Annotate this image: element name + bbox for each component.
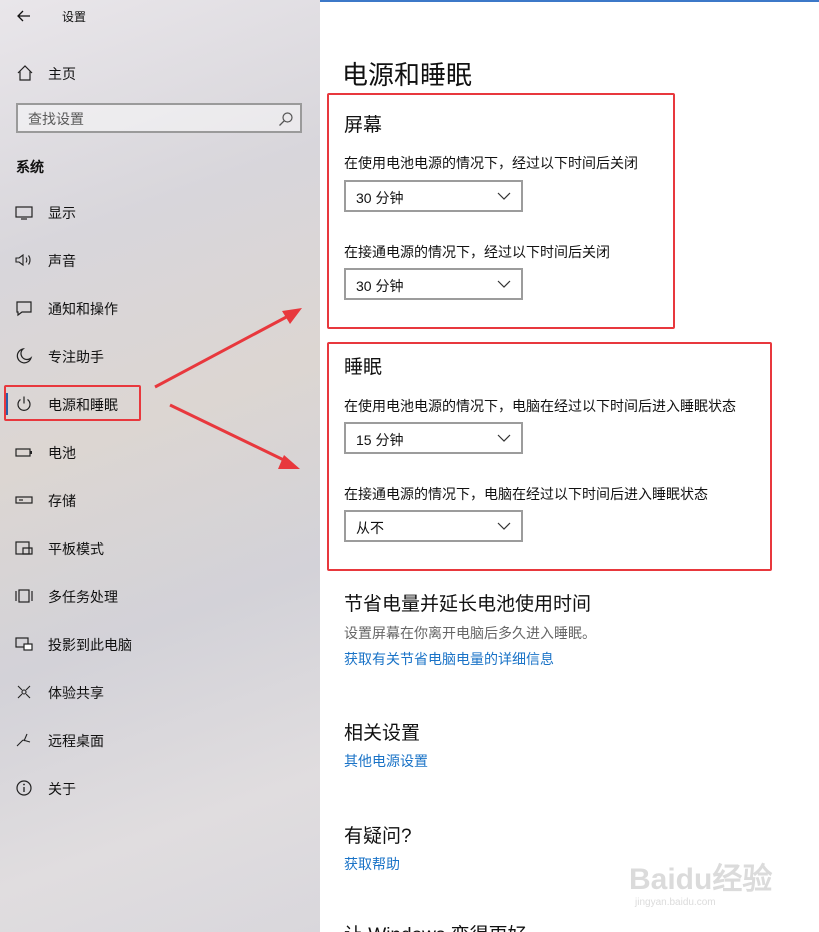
annotation-arrows	[154, 308, 302, 469]
arrow-to-screen	[154, 308, 302, 389]
arrow-to-sleep	[169, 403, 300, 469]
